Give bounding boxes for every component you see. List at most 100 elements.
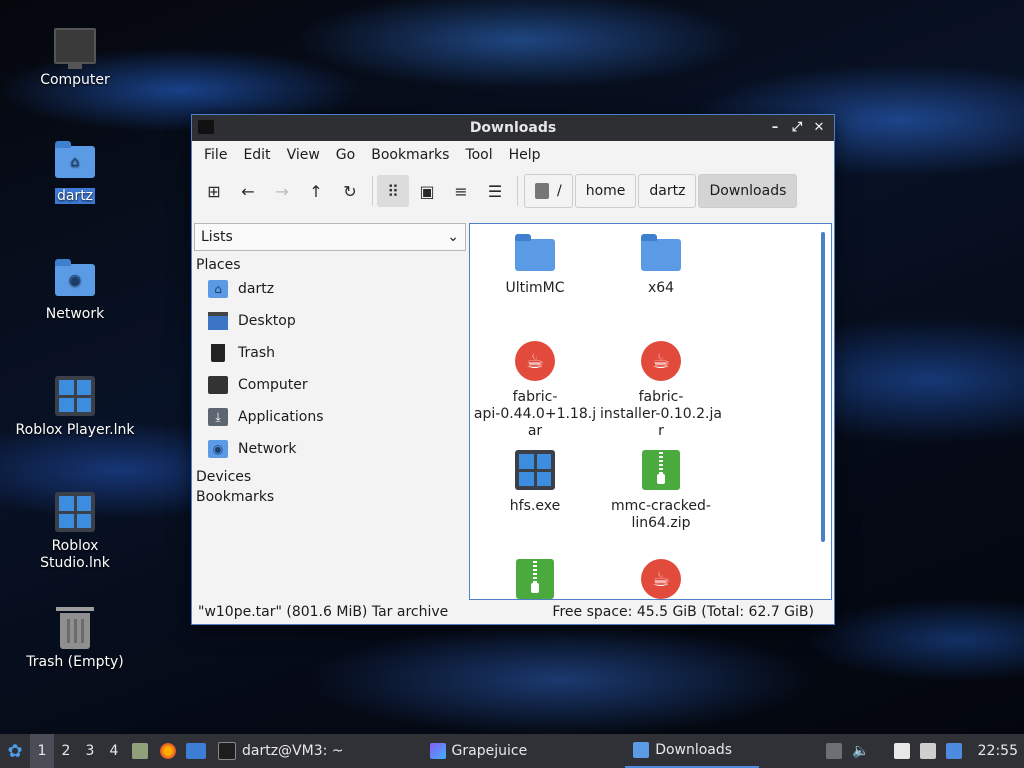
close-button[interactable]: ✕ [810, 118, 828, 138]
breadcrumb-dartz[interactable]: dartz [638, 174, 697, 208]
icon-view-button[interactable]: ⠿ [377, 175, 409, 207]
list-view-button[interactable]: ☰ [479, 175, 511, 207]
windows-app-icon [53, 374, 97, 418]
side-pane: Lists ⌄ Places ⌂ dartz Desktop Trash Com… [194, 223, 466, 598]
workspace-2[interactable]: 2 [54, 734, 78, 768]
devices-header[interactable]: Devices [194, 465, 466, 485]
workspace-3[interactable]: 3 [78, 734, 102, 768]
menu-go[interactable]: Go [328, 147, 363, 163]
new-tab-button[interactable]: ⊞ [198, 175, 230, 207]
sidebar-item-computer[interactable]: Computer [194, 369, 466, 401]
system-tray: 🔈 22:55 [826, 743, 1024, 759]
terminal-icon [218, 742, 236, 760]
desktop-icon [208, 312, 228, 330]
show-desktop-button[interactable] [182, 734, 210, 768]
file-item[interactable]: hfs.exe [470, 450, 600, 515]
task-terminal[interactable]: dartz@VM3: ~ [210, 734, 352, 768]
sidebar-item-label: Trash [238, 345, 275, 361]
file-name: hfs.exe [509, 498, 561, 514]
file-name: fabric- api-0.44.0+1.18.j ar [473, 389, 597, 439]
menu-help[interactable]: Help [501, 147, 549, 163]
menu-tool[interactable]: Tool [457, 147, 500, 163]
firefox-launcher[interactable] [154, 734, 182, 768]
network-tray-icon[interactable] [919, 743, 936, 759]
workspace-4[interactable]: 4 [102, 734, 126, 768]
sidebar-item-applications[interactable]: ⤓ Applications [194, 401, 466, 433]
places-header[interactable]: Places [194, 251, 466, 273]
bookmarks-header[interactable]: Bookmarks [194, 485, 466, 505]
folder-icon [633, 742, 650, 758]
file-list[interactable]: UltimMC x64 ☕ fabric- api-0.44.0+1.18.j … [469, 223, 832, 600]
menu-view[interactable]: View [279, 147, 328, 163]
java-icon: ☕ [641, 341, 681, 381]
desktop-icon-roblox-studio[interactable]: Roblox Studio.lnk [10, 490, 140, 572]
file-manager-launcher[interactable] [126, 734, 154, 768]
firefox-icon [160, 743, 176, 759]
windows-app-icon [515, 450, 555, 490]
start-menu-button[interactable]: ✿ [0, 734, 30, 768]
desktop-icon-roblox-player[interactable]: Roblox Player.lnk [10, 374, 140, 439]
menu-file[interactable]: File [196, 147, 235, 163]
sidebar-item-label: Desktop [238, 313, 296, 329]
menu-bookmarks[interactable]: Bookmarks [363, 147, 457, 163]
drive-icon [535, 183, 549, 199]
clock[interactable]: 22:55 [978, 743, 1018, 759]
forward-button[interactable]: → [266, 175, 298, 207]
up-button[interactable]: ↑ [300, 175, 332, 207]
status-free-space: Free space: 45.5 GiB (Total: 62.7 GiB) [552, 604, 814, 620]
title-bar[interactable]: Downloads – ⤢ ✕ [192, 115, 834, 141]
sidebar-item-network[interactable]: ◉ Network [194, 433, 466, 465]
reload-button[interactable]: ↻ [334, 175, 366, 207]
trash-icon [53, 606, 97, 650]
minimize-button[interactable]: – [766, 118, 784, 138]
task-downloads[interactable]: Downloads [625, 734, 760, 768]
volume-icon[interactable]: 🔈 [852, 743, 869, 759]
breadcrumb-root[interactable]: / [524, 174, 573, 208]
sidebar-item-label: Applications [238, 409, 324, 425]
breadcrumb-downloads[interactable]: Downloads [698, 174, 798, 208]
compact-view-button[interactable]: ≡ [445, 175, 477, 207]
menu-bar: File Edit View Go Bookmarks Tool Help [192, 141, 834, 169]
file-item[interactable]: ☕ fabric- installer-0.10.2.ja r [596, 341, 726, 440]
thumbnail-view-button[interactable]: ▣ [411, 175, 443, 207]
sidebar-item-label: dartz [238, 281, 275, 297]
menu-edit[interactable]: Edit [235, 147, 278, 163]
sidebar-item-trash[interactable]: Trash [194, 337, 466, 369]
desktop-icon-computer[interactable]: Computer [10, 24, 140, 89]
file-manager-icon [132, 743, 148, 759]
file-item[interactable]: x64 [596, 232, 726, 297]
file-name: x64 [647, 280, 675, 296]
desktop-icon-trash[interactable]: Trash (Empty) [10, 606, 140, 671]
clipboard-icon[interactable] [893, 743, 910, 759]
computer-icon [53, 24, 97, 69]
maximize-button[interactable]: ⤢ [788, 118, 806, 138]
desktop-icon-label: Network [45, 306, 105, 322]
side-pane-mode-select[interactable]: Lists ⌄ [194, 223, 466, 251]
file-name: UltimMC [505, 280, 565, 296]
workspace-1[interactable]: 1 [30, 734, 54, 768]
scroll-up-icon[interactable] [826, 743, 843, 759]
back-button[interactable]: ← [232, 175, 264, 207]
network-folder-icon: ◉ [53, 258, 97, 302]
task-grapejuice[interactable]: Grapejuice [422, 734, 536, 768]
chevron-down-icon: ⌄ [447, 229, 459, 245]
desktop-icon-network[interactable]: ◉ Network [10, 258, 140, 323]
file-item[interactable]: ☕ fabric- api-0.44.0+1.18.j ar [470, 341, 600, 440]
file-item[interactable]: UltimMC [470, 232, 600, 297]
grapejuice-icon [429, 743, 446, 759]
sidebar-item-label: Computer [238, 377, 308, 393]
file-manager-window: Downloads – ⤢ ✕ File Edit View Go Bookma… [191, 114, 835, 625]
update-notifier-icon[interactable] [945, 743, 962, 759]
file-name: mmc-cracked- lin64.zip [611, 498, 711, 531]
desktop-icon-label: Roblox Player.lnk [15, 422, 135, 438]
sidebar-item-dartz[interactable]: ⌂ dartz [194, 273, 466, 305]
lxqt-logo-icon: ✿ [7, 740, 23, 762]
file-item[interactable]: mmc-cracked- lin64.zip [596, 450, 726, 532]
file-item[interactable]: ☕ [596, 559, 726, 599]
task-label: dartz@VM3: ~ [242, 743, 344, 759]
breadcrumb-home[interactable]: home [574, 174, 637, 208]
vertical-scrollbar[interactable] [821, 232, 825, 542]
file-item[interactable] [470, 559, 600, 599]
desktop-icon-home[interactable]: ⌂ dartz [10, 140, 140, 205]
sidebar-item-desktop[interactable]: Desktop [194, 305, 466, 337]
